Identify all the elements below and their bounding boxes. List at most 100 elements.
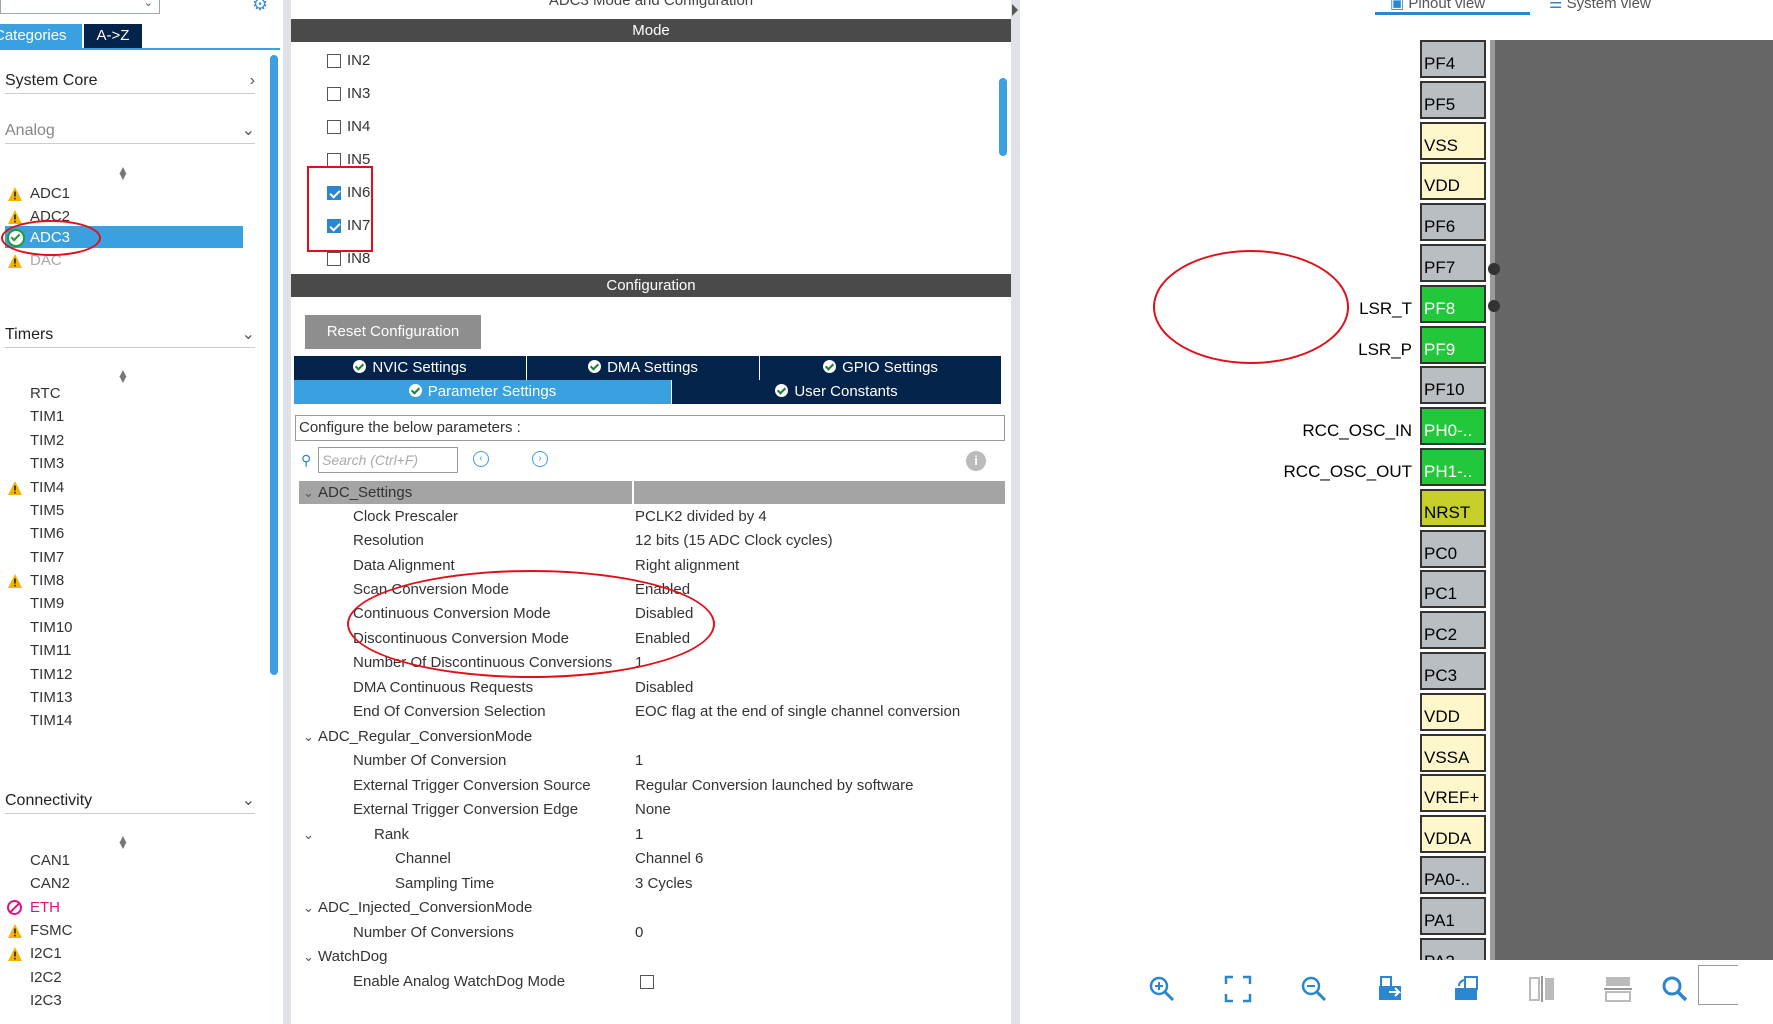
tab-a-z[interactable]: A->Z <box>84 24 142 48</box>
timer-item[interactable]: TIM11 <box>30 641 71 661</box>
split-vertical-icon[interactable] <box>1527 974 1557 1004</box>
group-adc-injected-conversionmode[interactable]: ⌄ ADC_Injected_ConversionMode <box>291 897 991 919</box>
connectivity-item[interactable]: CAN1 <box>30 851 70 871</box>
sort-icon[interactable]: ▲ ▼ <box>117 366 129 394</box>
group-adc-settings[interactable]: ⌄ ADC_Settings <box>291 482 991 504</box>
tab-gpio-settings[interactable]: GPIO Settings <box>760 356 1002 380</box>
next-match-icon[interactable]: › <box>532 451 548 467</box>
search-icon[interactable] <box>1660 974 1690 1004</box>
zoom-in-icon[interactable] <box>1147 974 1177 1004</box>
pin-pf10[interactable]: PF10 <box>1420 366 1486 405</box>
pin-pf6[interactable]: PF6 <box>1420 203 1486 242</box>
parameter-search-input[interactable]: Search (Ctrl+F) <box>318 447 458 473</box>
pin-pf4[interactable]: PF4 <box>1420 40 1486 78</box>
timer-item[interactable]: TIM14 <box>30 711 73 731</box>
pin-vssa[interactable]: VSSA <box>1420 733 1486 772</box>
pin-vss[interactable]: VSS <box>1420 121 1486 160</box>
checkbox[interactable] <box>327 153 341 167</box>
timer-item[interactable]: TIM4 <box>30 478 64 498</box>
pin-pc2[interactable]: PC2 <box>1420 611 1486 650</box>
param-row[interactable]: Enable Analog WatchDog Mode <box>291 971 991 993</box>
group-watchdog[interactable]: ⌄ WatchDog <box>291 946 991 968</box>
pin-signal-label[interactable]: RCC_OSC_OUT <box>1212 462 1412 482</box>
timer-item[interactable]: TIM13 <box>30 688 73 708</box>
param-row[interactable]: Number Of Conversion 1 <box>291 750 991 772</box>
zoom-out-icon[interactable] <box>1299 974 1329 1004</box>
tab-nvic-settings[interactable]: NVIC Settings <box>294 356 527 380</box>
connectivity-item[interactable]: ETH <box>30 898 60 918</box>
connectivity-item[interactable]: FSMC <box>30 921 73 941</box>
split-horizontal-icon[interactable] <box>1603 974 1633 1004</box>
tab-dma-settings[interactable]: DMA Settings <box>527 356 760 380</box>
timer-item[interactable]: TIM6 <box>30 524 64 544</box>
pin-pc0[interactable]: PC0 <box>1420 529 1486 568</box>
connectivity-item[interactable]: I2C2 <box>30 968 62 988</box>
category-timers[interactable]: Timers ⌄ <box>5 322 255 348</box>
mode-scrollbar[interactable] <box>999 78 1007 156</box>
category-connectivity[interactable]: Connectivity ⌄ <box>5 788 255 814</box>
param-row[interactable]: Data Alignment Right alignment <box>291 555 991 577</box>
param-row[interactable]: DMA Continuous Requests Disabled <box>291 677 991 699</box>
checkbox[interactable] <box>327 120 341 134</box>
connectivity-item[interactable]: I2C1 <box>30 944 62 964</box>
timer-item[interactable]: TIM12 <box>30 665 73 685</box>
pin-pa0[interactable]: PA0-.. <box>1420 856 1486 894</box>
pin-pc1[interactable]: PC1 <box>1420 570 1486 609</box>
param-row[interactable]: Sampling Time 3 Cycles <box>291 873 991 895</box>
param-row[interactable]: Number Of Conversions 0 <box>291 922 991 944</box>
param-row[interactable]: External Trigger Conversion Source Regula… <box>291 775 991 797</box>
pin-vref[interactable]: VREF+ <box>1420 774 1486 813</box>
sort-icon[interactable]: ▲ ▼ <box>117 163 129 191</box>
param-row[interactable]: Clock Prescaler PCLK2 divided by 4 <box>291 506 991 528</box>
previous-match-icon[interactable]: ‹ <box>473 451 489 467</box>
panel-divider[interactable] <box>283 0 291 1024</box>
timer-item[interactable]: TIM8 <box>30 571 64 591</box>
export-icon[interactable] <box>1375 974 1405 1004</box>
timer-item[interactable]: TIM3 <box>30 454 64 474</box>
pin-pa1[interactable]: PA1 <box>1420 896 1486 935</box>
checkbox[interactable] <box>327 54 341 68</box>
info-icon[interactable]: i <box>966 451 986 471</box>
pin-pf9[interactable]: PF9 <box>1420 325 1486 364</box>
group-rank[interactable]: ⌄ Rank 1 <box>291 824 991 846</box>
timer-item[interactable]: TIM1 <box>30 407 64 427</box>
pin-pf7[interactable]: PF7 <box>1420 244 1486 282</box>
connectivity-item[interactable]: CAN2 <box>30 874 70 894</box>
param-row[interactable]: Channel Channel 6 <box>291 848 991 870</box>
checkbox[interactable] <box>327 87 341 101</box>
pin-vdda[interactable]: VDDA <box>1420 815 1486 854</box>
connectivity-item[interactable]: I2C3 <box>30 991 62 1011</box>
pin-pc3[interactable]: PC3 <box>1420 652 1486 690</box>
category-analog[interactable]: Analog ⌄ <box>5 118 255 144</box>
param-row[interactable]: Resolution 12 bits (15 ADC Clock cycles) <box>291 530 991 552</box>
tab-system-view[interactable]: ☰ System view <box>1549 0 1651 12</box>
pin-vdd[interactable]: VDD <box>1420 162 1486 201</box>
pin-pf8[interactable]: PF8 <box>1420 284 1486 323</box>
top-search-field[interactable]: ⌄ <box>0 0 160 14</box>
timer-item[interactable]: TIM7 <box>30 548 64 568</box>
watchdog-checkbox[interactable] <box>640 975 654 989</box>
fit-icon[interactable] <box>1223 974 1253 1004</box>
tab-user-constants[interactable]: User Constants <box>672 380 1002 404</box>
panel-divider[interactable] <box>1011 0 1020 1024</box>
pin-vdd[interactable]: VDD <box>1420 692 1486 731</box>
timer-item[interactable]: TIM10 <box>30 618 73 638</box>
tab-parameter-settings[interactable]: Parameter Settings <box>294 380 672 404</box>
pin-ph1[interactable]: PH1-.. <box>1420 448 1486 486</box>
pin-ph0[interactable]: PH0-.. <box>1420 407 1486 446</box>
sort-icon[interactable]: ▲ ▼ <box>117 832 129 860</box>
rotate-icon[interactable] <box>1451 974 1481 1004</box>
pin-nrst[interactable]: NRST <box>1420 488 1486 527</box>
checkbox[interactable] <box>327 252 341 266</box>
find-pin-input[interactable] <box>1698 965 1738 1005</box>
pin-signal-label[interactable]: RCC_OSC_IN <box>1212 421 1412 441</box>
category-system-core[interactable]: System Core › <box>5 68 255 94</box>
tab-categories[interactable]: Categories <box>0 24 82 48</box>
gear-icon[interactable]: ⚙ <box>252 0 272 14</box>
timer-item[interactable]: TIM2 <box>30 431 64 451</box>
param-row[interactable]: External Trigger Conversion Edge None <box>291 799 991 821</box>
timer-item[interactable]: TIM9 <box>30 594 64 614</box>
group-adc-regular-conversionmode[interactable]: ⌄ ADC_Regular_ConversionMode <box>291 726 991 748</box>
analog-item-adc1[interactable]: ADC1 <box>30 184 70 204</box>
param-row[interactable]: End Of Conversion Selection EOC flag at t… <box>291 701 991 723</box>
